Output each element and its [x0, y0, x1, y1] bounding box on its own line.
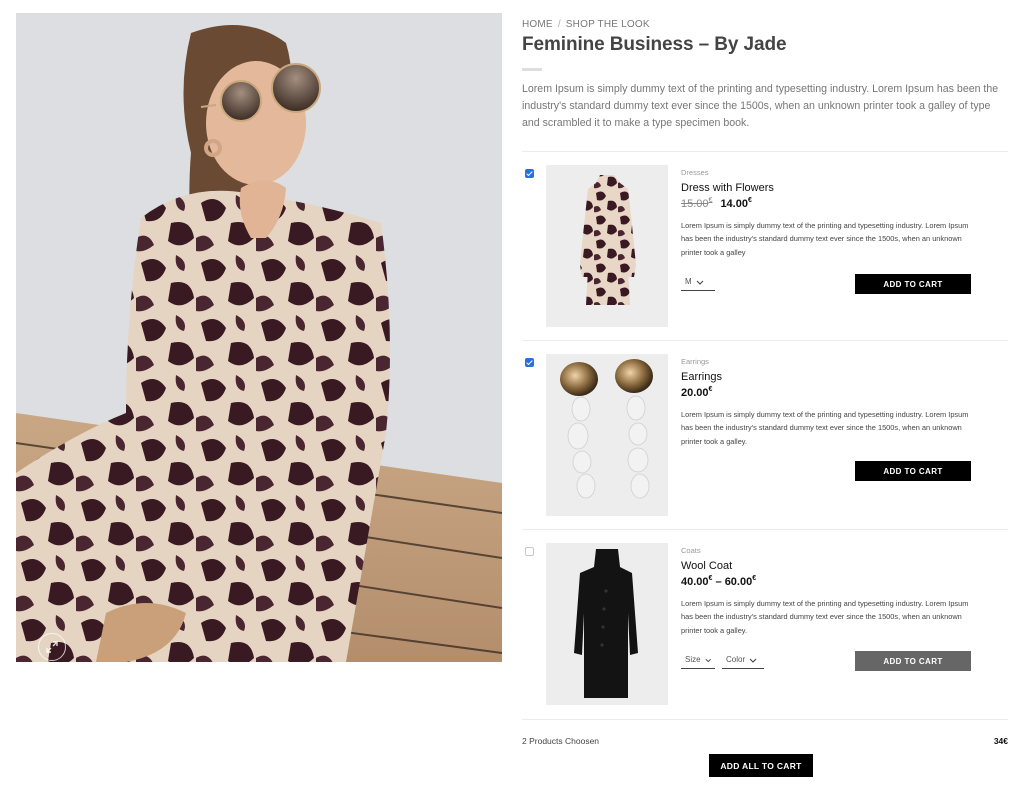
product-select-checkbox[interactable] — [525, 169, 534, 178]
add-to-cart-button[interactable]: ADD TO CART — [855, 274, 971, 294]
title-divider — [522, 68, 542, 71]
size-select-value: M — [685, 277, 692, 286]
product-category: Earrings — [681, 357, 709, 366]
add-all-to-cart-button[interactable]: ADD ALL TO CART — [709, 754, 813, 777]
color-select-value: Color — [726, 655, 746, 664]
product-image-coat[interactable] — [546, 543, 668, 705]
product-image-earrings[interactable] — [546, 354, 668, 516]
product-category: Dresses — [681, 168, 709, 177]
product-sale-price: 14.00€ — [720, 197, 752, 210]
breadcrumb: HOME / SHOP THE LOOK — [522, 19, 650, 30]
product-info: Earrings Earrings 20.00€ Lorem Ipsum is … — [681, 354, 971, 448]
color-select[interactable]: Color — [722, 651, 764, 669]
hero-image — [16, 13, 502, 662]
size-select[interactable]: Size — [681, 651, 715, 669]
product-old-price: 15.00€ — [681, 197, 713, 210]
size-select-value: Size — [685, 655, 701, 664]
size-select[interactable]: M — [681, 273, 715, 291]
product-price-range: 40.00€ – 60.00€ — [681, 575, 757, 588]
chevron-down-icon — [749, 658, 757, 663]
product-select-checkbox[interactable] — [525, 547, 534, 556]
add-to-cart-button[interactable]: ADD TO CART — [855, 461, 971, 481]
product-name[interactable]: Dress with Flowers — [681, 182, 971, 194]
products-chosen-count: 2 Products Choosen — [522, 736, 600, 746]
product-row-dress: Dresses Dress with Flowers 15.00€ 14.00€ … — [522, 165, 1008, 327]
total-price: 34€ — [993, 736, 1008, 746]
product-info: Dresses Dress with Flowers 15.00€ 14.00€ … — [681, 165, 971, 259]
divider — [522, 151, 1008, 152]
variant-selectors: M — [681, 273, 715, 291]
page-intro: Lorem Ipsum is simply dummy text of the … — [522, 83, 999, 129]
divider — [522, 340, 1008, 341]
page-title: Feminine Business – By Jade — [522, 34, 787, 55]
divider — [522, 529, 1008, 530]
product-name[interactable]: Wool Coat — [681, 560, 971, 572]
hero-photo — [16, 13, 502, 662]
breadcrumb-shop-the-look[interactable]: SHOP THE LOOK — [566, 19, 650, 30]
product-info: Coats Wool Coat 40.00€ – 60.00€ Lorem Ip… — [681, 543, 971, 637]
product-description: Lorem Ipsum is simply dummy text of the … — [681, 221, 969, 257]
product-row-coat: Coats Wool Coat 40.00€ – 60.00€ Lorem Ip… — [522, 543, 1008, 705]
divider — [522, 719, 1008, 720]
product-select-checkbox[interactable] — [525, 358, 534, 367]
breadcrumb-home[interactable]: HOME — [522, 19, 553, 30]
product-price: 20.00€ — [681, 386, 713, 399]
product-name[interactable]: Earrings — [681, 371, 971, 383]
image-zoom-button[interactable] — [38, 633, 66, 661]
expand-icon — [46, 641, 58, 653]
product-row-earrings: Earrings Earrings 20.00€ Lorem Ipsum is … — [522, 354, 1008, 516]
breadcrumb-separator: / — [557, 19, 561, 30]
product-description: Lorem Ipsum is simply dummy text of the … — [681, 410, 969, 446]
product-category: Coats — [681, 546, 701, 555]
product-image-dress[interactable] — [546, 165, 668, 327]
chevron-down-icon — [705, 658, 711, 662]
add-to-cart-button[interactable]: ADD TO CART — [855, 651, 971, 671]
chevron-down-icon — [696, 280, 704, 285]
variant-selectors: Size Color — [681, 651, 764, 669]
product-description: Lorem Ipsum is simply dummy text of the … — [681, 599, 969, 635]
product-price: 15.00€ 14.00€ — [681, 197, 971, 210]
